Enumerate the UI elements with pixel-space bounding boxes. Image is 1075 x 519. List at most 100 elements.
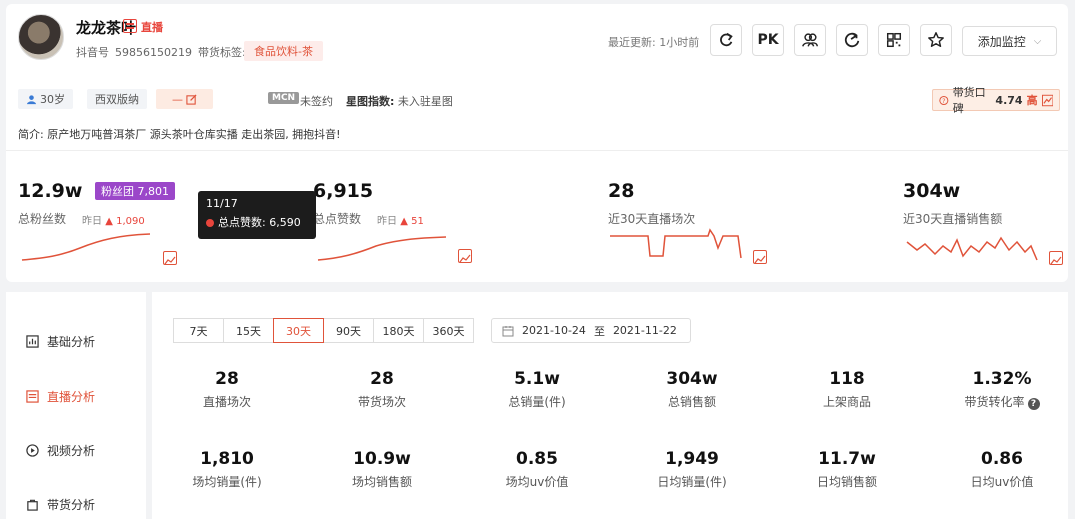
pk-button[interactable]: PK bbox=[752, 24, 784, 56]
metric-value: 1,949 bbox=[665, 449, 719, 469]
live-sales-sparkline bbox=[906, 236, 1038, 261]
mcn-status: 未签约 bbox=[300, 95, 333, 108]
metric-label: 场均销量(件) bbox=[192, 475, 262, 489]
add-monitor-label: 添加监控 bbox=[977, 34, 1026, 49]
calendar-icon bbox=[502, 325, 514, 336]
metric-label: 总销售额 bbox=[667, 395, 716, 409]
tab-90d[interactable]: 90天 bbox=[323, 318, 374, 343]
metric-value: 28 bbox=[370, 369, 394, 389]
tab-360d[interactable]: 360天 bbox=[423, 318, 474, 343]
sidebar-item-label: 基础分析 bbox=[47, 335, 96, 349]
add-monitor-button[interactable]: 添加监控 ⌵ bbox=[962, 26, 1057, 56]
sidebar-item-label: 直播分析 bbox=[47, 390, 96, 404]
sync-button[interactable] bbox=[836, 24, 868, 56]
star-icon bbox=[928, 32, 944, 48]
mcn-badge: MCN bbox=[268, 92, 300, 104]
region-chip: 西双版纳 bbox=[87, 89, 147, 109]
metric-label: 带货转化率 bbox=[964, 395, 1025, 409]
trend-chart-icon bbox=[1050, 256, 1062, 265]
metric-label: 带货场次 bbox=[357, 395, 406, 409]
users-button[interactable] bbox=[794, 24, 826, 56]
qrcode-button[interactable] bbox=[878, 24, 910, 56]
fans-total: 12.9w bbox=[18, 180, 83, 202]
fans-group-badge: 粉丝团 7,801 bbox=[95, 182, 175, 200]
series-dot bbox=[206, 219, 214, 227]
fans-yesterday: 昨日 ▲ 1,090 bbox=[82, 212, 145, 227]
qrcode-icon bbox=[886, 32, 902, 48]
tooltip-date: 11/17 bbox=[206, 197, 238, 210]
live-count-trend-button[interactable] bbox=[753, 250, 767, 264]
praise-level: 高 bbox=[1026, 94, 1038, 107]
fans-trend-button[interactable] bbox=[163, 251, 177, 265]
metric-value: 1.32% bbox=[972, 369, 1032, 389]
metric-label: 日均uv价值 bbox=[970, 475, 1034, 489]
sidebar-item-basic[interactable]: 基础分析 bbox=[26, 333, 95, 350]
users-icon bbox=[802, 33, 818, 47]
metric-value: 118 bbox=[829, 369, 865, 389]
tab-7d[interactable]: 7天 bbox=[173, 318, 224, 343]
age-chip: 30岁 bbox=[18, 89, 73, 109]
help-icon[interactable]: ? bbox=[1027, 398, 1040, 410]
tab-180d[interactable]: 180天 bbox=[373, 318, 424, 343]
sidebar-item-commerce[interactable]: 带货分析 bbox=[26, 496, 95, 513]
trend-chart-icon bbox=[164, 256, 176, 265]
trend-chart-icon bbox=[1041, 94, 1053, 106]
live-count-label: 近30天直播场次 bbox=[608, 212, 696, 226]
play-icon bbox=[26, 444, 39, 457]
metric-label: 日均销量(件) bbox=[657, 475, 727, 489]
metric-avg-session-revenue: 10.9w 场均销售额 bbox=[307, 449, 457, 490]
last-update: 最近更新: 1小时前 bbox=[608, 36, 700, 49]
date-range-picker[interactable]: 2021-10-24 至 2021-11-22 bbox=[491, 318, 691, 343]
live-sales-30d: 304w bbox=[903, 180, 961, 202]
star-button[interactable] bbox=[920, 24, 952, 56]
metric-total-revenue: 304w 总销售额 bbox=[617, 369, 767, 410]
likes-yesterday: 昨日 ▲ 51 bbox=[377, 212, 424, 227]
sidebar-item-video[interactable]: 视频分析 bbox=[26, 442, 95, 459]
likes-label: 总点赞数 bbox=[313, 212, 362, 226]
age-value: 30岁 bbox=[40, 93, 65, 106]
metric-value: 11.7w bbox=[818, 449, 876, 469]
avatar[interactable] bbox=[18, 14, 64, 60]
metric-avg-session-uv: 0.85 场均uv价值 bbox=[462, 449, 612, 490]
tab-15d[interactable]: 15天 bbox=[223, 318, 274, 343]
praise-badge[interactable]: ? 带货口碑 4.74 高 bbox=[932, 86, 1060, 115]
bar-chart-icon bbox=[26, 335, 39, 348]
analysis-sidebar bbox=[6, 292, 146, 519]
metric-value: 28 bbox=[215, 369, 239, 389]
sidebar-item-label: 视频分析 bbox=[47, 444, 96, 458]
metric-value: 5.1w bbox=[514, 369, 560, 389]
live-icon bbox=[26, 390, 39, 403]
praise-value: 4.74 bbox=[995, 93, 1023, 107]
metric-value: 10.9w bbox=[353, 449, 411, 469]
metric-label: 总销量(件) bbox=[508, 395, 566, 409]
fans-label: 总粉丝数 bbox=[18, 212, 67, 226]
tag-label: 带货标签: bbox=[197, 46, 246, 59]
metric-avg-daily-uv: 0.86 日均uv价值 bbox=[927, 449, 1075, 490]
svg-text:?: ? bbox=[942, 96, 945, 104]
fans-yesterday-label: 昨日 bbox=[82, 216, 102, 227]
likes-yesterday-label: 昨日 bbox=[377, 216, 397, 227]
star-index-label: 星图指数: bbox=[346, 95, 395, 108]
metric-label: 日均销售额 bbox=[816, 475, 877, 489]
metric-conversion-rate: 1.32% 带货转化率? bbox=[927, 369, 1075, 410]
period-tabs: 7天 15天 30天 90天 180天 360天 bbox=[173, 318, 474, 343]
divider bbox=[6, 150, 1068, 151]
edit-chip[interactable]: — bbox=[156, 89, 213, 109]
star-index: 星图指数: 未入驻星图 bbox=[346, 93, 453, 109]
live-sales-trend-button[interactable] bbox=[1049, 251, 1063, 265]
metric-avg-session-qty: 1,810 场均销量(件) bbox=[152, 449, 302, 490]
shopping-bag-icon bbox=[27, 499, 38, 511]
likes-trend-button[interactable] bbox=[458, 249, 472, 263]
metric-avg-daily-revenue: 11.7w 日均销售额 bbox=[772, 449, 922, 490]
bio-text: 简介: 原产地万吨普洱茶厂 源头茶叶仓库实播 走出茶园, 拥抱抖音! bbox=[18, 128, 341, 141]
praise-label: 带货口碑 bbox=[952, 86, 986, 115]
tab-30d[interactable]: 30天 bbox=[273, 318, 324, 343]
pk-label: PK bbox=[757, 32, 779, 48]
tooltip-value: 总点赞数: 6,590 bbox=[218, 216, 301, 229]
sidebar-item-label: 带货分析 bbox=[47, 498, 96, 512]
sidebar-item-live[interactable]: 直播分析 bbox=[26, 388, 95, 405]
refresh-button[interactable] bbox=[710, 24, 742, 56]
live-label: 直播 bbox=[141, 21, 163, 34]
metric-listed-products: 118 上架商品 bbox=[772, 369, 922, 410]
live-sales-label: 近30天直播销售额 bbox=[903, 212, 1003, 226]
